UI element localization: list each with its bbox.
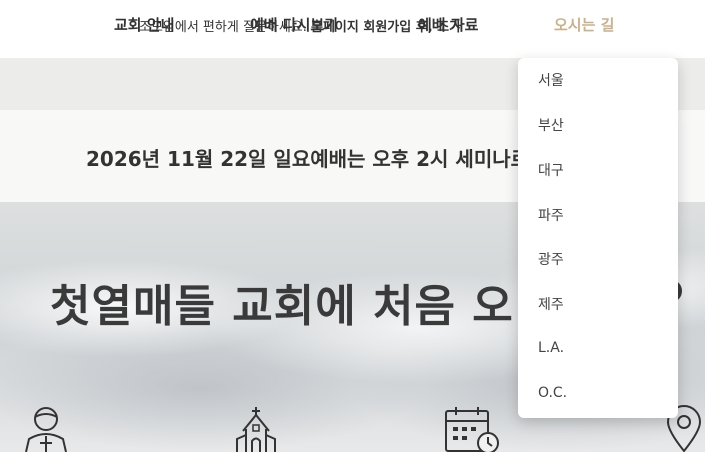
dropdown-item-busan[interactable]: 부산: [538, 115, 564, 135]
directions-dropdown: 서울 부산 대구 파주 광주 제주 L.A. O.C.: [518, 58, 678, 418]
calendar-icon[interactable]: [444, 405, 502, 452]
nav-item-directions[interactable]: 오시는 길: [554, 14, 614, 36]
dropdown-item-paju[interactable]: 파주: [538, 205, 564, 225]
dropdown-item-gwangju[interactable]: 광주: [538, 249, 564, 269]
dropdown-item-seoul[interactable]: 서울: [538, 70, 564, 90]
church-icon[interactable]: [233, 405, 279, 452]
notice-text: 조모임에서 편하게 질문하세요. 홈페이지 회원가입 후, 조가: [139, 16, 461, 35]
dropdown-item-jeju[interactable]: 제주: [538, 294, 564, 314]
dropdown-item-daegu[interactable]: 대구: [538, 160, 564, 180]
dropdown-item-la[interactable]: L.A.: [538, 340, 564, 356]
notice-text-bold: 홈페이지 회원가입 후, 조가: [311, 20, 462, 35]
person-icon[interactable]: [24, 405, 70, 452]
notice-text-plain: 조모임에서 편하게 질문하세요.: [139, 20, 312, 35]
hero-title: 첫열매들 교회에 처음 오: [50, 281, 514, 332]
dropdown-item-oc[interactable]: O.C.: [538, 385, 567, 401]
event-announcement: 2026년 11월 22일 일요예배는 오후 2시 세미나로: [86, 147, 530, 171]
